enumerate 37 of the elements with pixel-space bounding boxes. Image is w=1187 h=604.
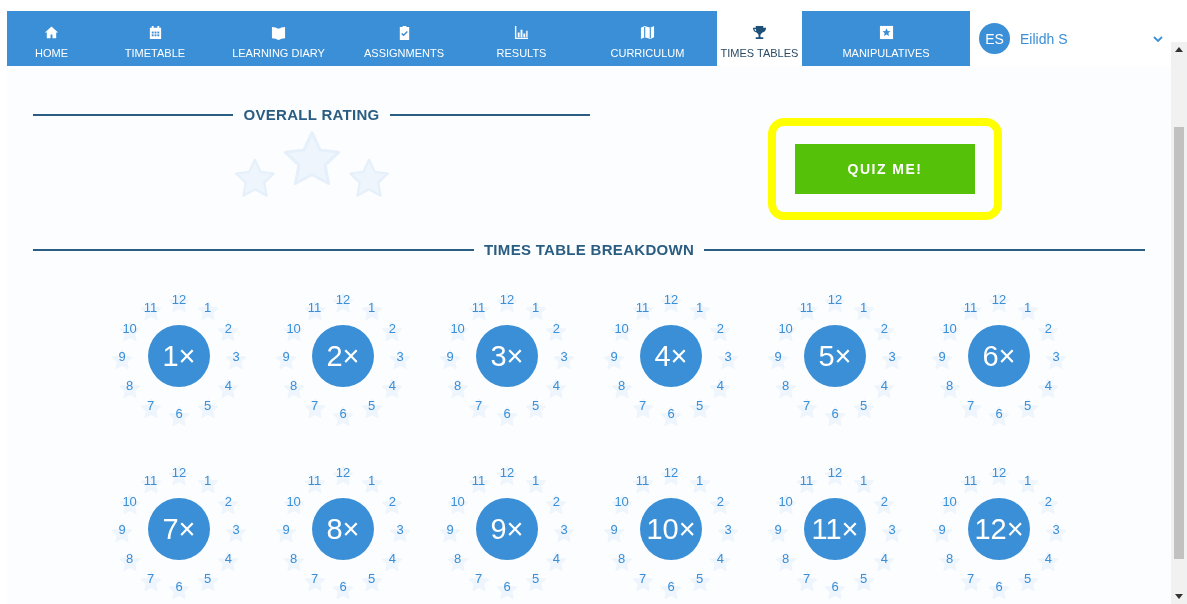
times-table-button[interactable]: 1× — [148, 325, 210, 387]
quiz-button[interactable]: QUIZ ME! — [795, 144, 975, 194]
times-table-button[interactable]: 12× — [968, 498, 1030, 560]
times-table-button[interactable]: 2× — [312, 325, 374, 387]
times-table-button[interactable]: 3× — [476, 325, 538, 387]
section-heading: OVERALL RATING — [243, 106, 380, 123]
trophy-icon — [752, 24, 767, 40]
times-table-button[interactable]: 10× — [640, 498, 702, 560]
nav-tab[interactable]: TIMETABLE — [96, 11, 214, 66]
scrollbar-thumb[interactable] — [1174, 127, 1184, 559]
scroll-up-icon[interactable] — [1175, 47, 1183, 52]
map-icon — [640, 24, 655, 40]
times-table-button[interactable]: 7× — [148, 498, 210, 560]
nav-tab[interactable]: MANIPULATIVES — [802, 11, 970, 66]
bar-chart-icon — [514, 24, 529, 40]
nav-tab[interactable]: RESULTS — [465, 11, 578, 66]
home-icon — [44, 24, 59, 40]
nav-tab[interactable]: HOME — [7, 11, 96, 66]
nav-tab[interactable]: CURRICULUM — [578, 11, 717, 66]
scrollbar[interactable] — [1171, 42, 1187, 604]
scroll-down-icon[interactable] — [1175, 594, 1183, 599]
times-table-button[interactable]: 8× — [312, 498, 374, 560]
times-table-button[interactable]: 4× — [640, 325, 702, 387]
book-icon — [271, 24, 286, 40]
section-heading: TIMES TABLE BREAKDOWN — [483, 241, 695, 258]
nav-tab[interactable]: TIMES TABLES — [717, 11, 802, 66]
avatar: ES — [979, 23, 1010, 54]
calendar-icon — [147, 24, 163, 40]
chevron-down-icon — [1153, 35, 1163, 42]
user-name: Eilidh S — [1020, 30, 1069, 47]
nav-tab[interactable]: LEARNING DIARY — [214, 11, 343, 66]
times-table-button[interactable]: 9× — [476, 498, 538, 560]
nav-tab[interactable]: ASSIGNMENTS — [343, 11, 465, 66]
times-table-button[interactable]: 6× — [968, 325, 1030, 387]
user-menu[interactable]: ES Eilidh S — [970, 11, 1171, 66]
times-table-button[interactable]: 5× — [804, 325, 866, 387]
times-table-button[interactable]: 11× — [804, 498, 866, 560]
